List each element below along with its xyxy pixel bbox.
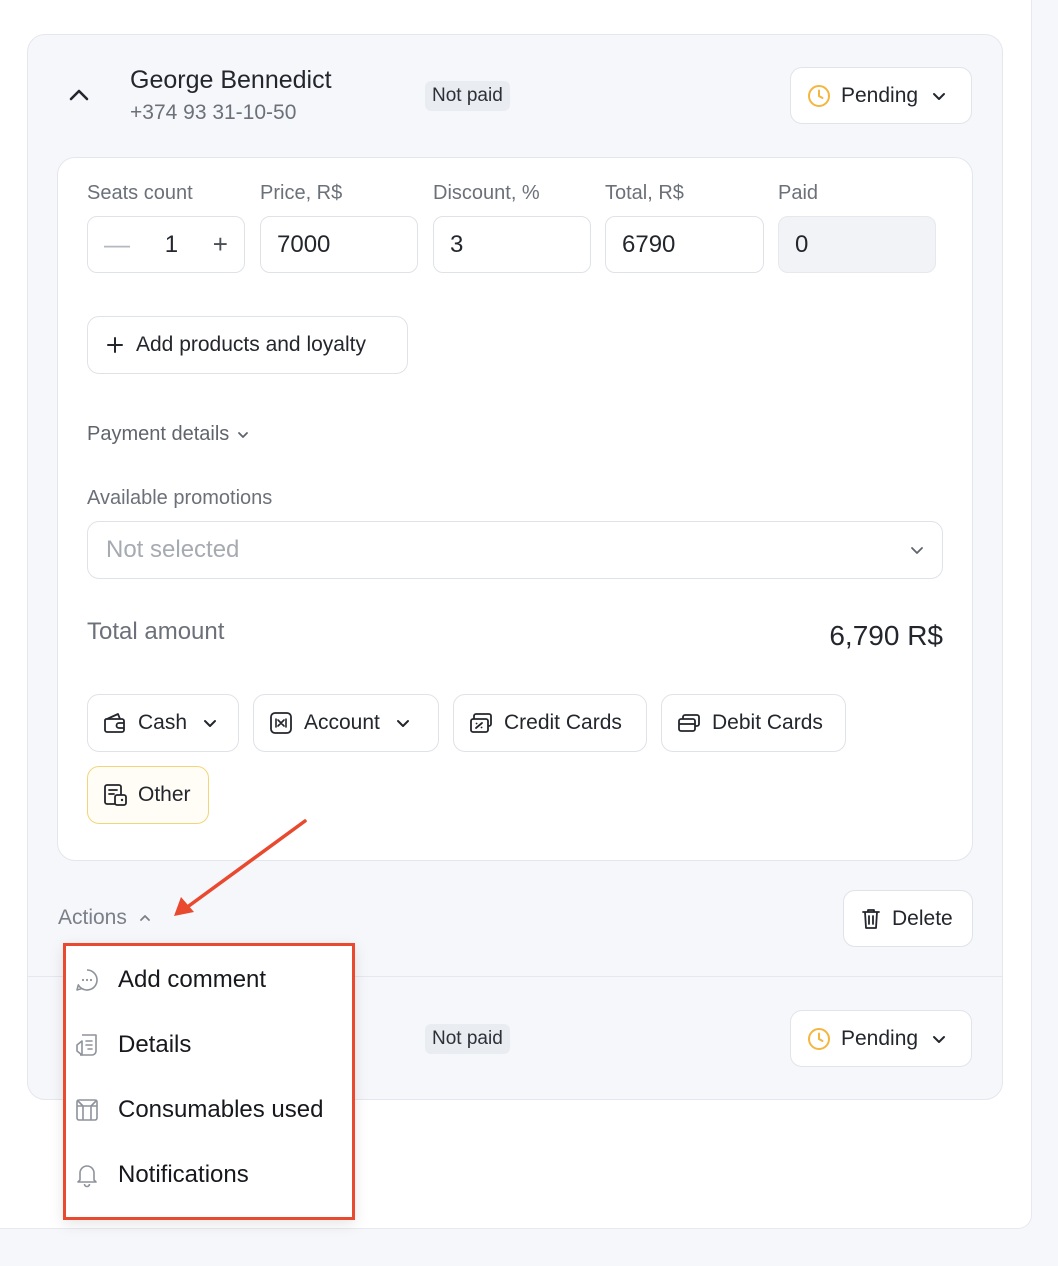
- clock-icon: [808, 1027, 830, 1050]
- delete-label: Delete: [892, 906, 953, 930]
- payment-details-label: Payment details: [87, 423, 230, 445]
- payment-details-toggle[interactable]: Payment details: [87, 423, 249, 446]
- price-label: Price, R$: [260, 182, 343, 204]
- menu-item-notifications[interactable]: Notifications: [74, 1161, 249, 1189]
- promotions-label: Available promotions: [87, 487, 273, 509]
- menu-item-details[interactable]: Details: [74, 1031, 191, 1059]
- total-input[interactable]: 6790: [605, 216, 764, 273]
- account-button[interactable]: Account: [253, 694, 439, 752]
- collapse-button[interactable]: [64, 80, 94, 110]
- status-dropdown[interactable]: Pending: [790, 67, 972, 124]
- decrement-button[interactable]: —: [104, 229, 130, 260]
- client-phone: +374 93 31-10-50: [130, 101, 297, 124]
- chevron-down-icon: [204, 720, 217, 727]
- actions-dropdown-menu: Add comment Details Consumables used Not…: [63, 943, 355, 1220]
- menu-item-label: Add comment: [118, 966, 267, 993]
- bell-icon: [77, 1165, 97, 1188]
- discount-input[interactable]: 3: [433, 216, 591, 273]
- cash-button[interactable]: Cash: [87, 694, 239, 752]
- total-amount-value: 6,790 R$: [829, 620, 943, 651]
- credit-cards-button[interactable]: Credit Cards: [453, 694, 647, 752]
- wallet-icon: [104, 713, 125, 733]
- chevron-down-icon: [911, 547, 923, 554]
- increment-button[interactable]: +: [213, 229, 228, 260]
- account-icon: [270, 712, 292, 734]
- account-label: Account: [304, 711, 380, 734]
- chevron-up-icon: [139, 915, 150, 921]
- actions-toggle[interactable]: Actions: [58, 906, 151, 930]
- menu-item-add-comment[interactable]: Add comment: [74, 966, 266, 994]
- menu-item-consumables-used[interactable]: Consumables used: [74, 1096, 323, 1124]
- second-status-label: Pending: [841, 1026, 919, 1050]
- debit-cards-label: Debit Cards: [712, 711, 823, 734]
- paid-label: Paid: [778, 182, 819, 204]
- add-products-button[interactable]: Add products and loyalty: [87, 316, 408, 374]
- credit-cards-label: Credit Cards: [504, 711, 622, 734]
- seats-value[interactable]: 1: [165, 231, 178, 259]
- credit-card-icon: [470, 713, 492, 733]
- cash-label: Cash: [138, 711, 188, 734]
- other-payment-label: Other: [138, 783, 191, 806]
- other-payment-icon: [104, 784, 127, 806]
- comment-icon: [76, 969, 98, 991]
- details-icon: [76, 1034, 97, 1056]
- seats-label: Seats count: [87, 182, 193, 204]
- clock-icon: [808, 84, 830, 107]
- chevron-down-icon: [933, 92, 946, 100]
- other-payment-button[interactable]: Other: [87, 766, 209, 824]
- total-label: Total, R$: [605, 182, 684, 204]
- menu-item-label: Consumables used: [118, 1096, 324, 1123]
- actions-label: Actions: [58, 906, 127, 929]
- second-status-dropdown[interactable]: Pending: [790, 1010, 972, 1067]
- payment-status-badge: Not paid: [425, 81, 510, 111]
- chevron-down-icon: [238, 431, 249, 438]
- menu-item-label: Details: [118, 1031, 192, 1058]
- paid-input: 0: [778, 216, 936, 273]
- plus-icon: [107, 337, 123, 353]
- price-input[interactable]: 7000: [260, 216, 418, 273]
- client-name: George Bennedict: [130, 66, 332, 94]
- trash-icon: [862, 908, 880, 929]
- delete-button[interactable]: Delete: [843, 890, 973, 947]
- debit-card-icon: [678, 714, 700, 732]
- promotions-placeholder: Not selected: [106, 536, 240, 563]
- add-products-label: Add products and loyalty: [136, 333, 366, 356]
- second-payment-status-badge: Not paid: [425, 1024, 510, 1054]
- chevron-down-icon: [396, 720, 409, 727]
- status-label: Pending: [841, 83, 919, 107]
- consumables-icon: [76, 1099, 98, 1121]
- promotions-select[interactable]: Not selected: [87, 521, 943, 579]
- chevron-up-icon: [69, 89, 89, 101]
- debit-cards-button[interactable]: Debit Cards: [661, 694, 846, 752]
- seats-stepper[interactable]: — 1 +: [87, 216, 245, 273]
- discount-label: Discount, %: [433, 182, 540, 204]
- chevron-down-icon: [933, 1035, 946, 1043]
- total-amount-label: Total amount: [87, 618, 225, 645]
- menu-item-label: Notifications: [118, 1161, 249, 1188]
